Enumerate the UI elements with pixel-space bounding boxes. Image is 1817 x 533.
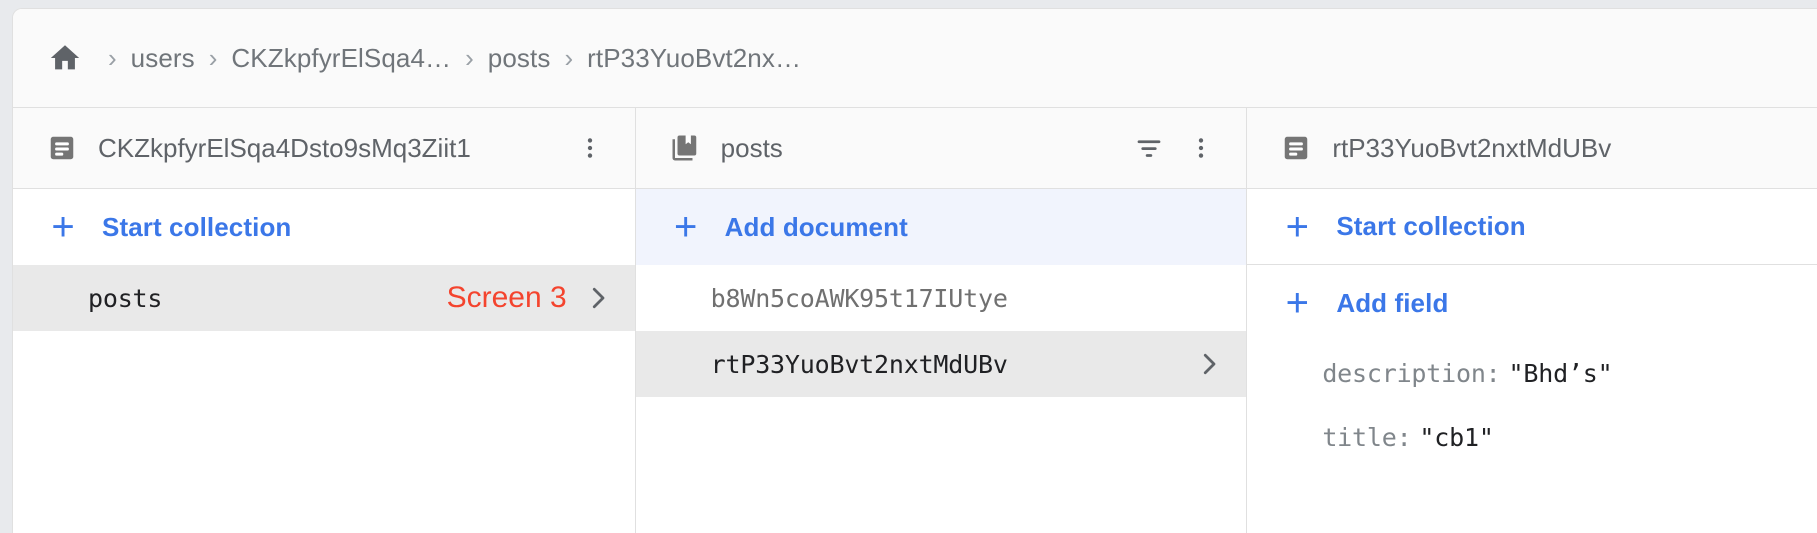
add-document-label: Add document: [724, 211, 908, 242]
breadcrumb-separator: ›: [564, 43, 574, 73]
more-vert-icon[interactable]: [1178, 125, 1224, 171]
collection-panel-posts: posts + Add document b8Wn5coAWK95t17IUty…: [635, 108, 1248, 533]
plus-icon: +: [51, 205, 75, 249]
document-list: b8Wn5coAWK95t17IUtye rtP33YuoBvt2nxtMdUB…: [635, 265, 1247, 533]
panel-header-actions: [1126, 125, 1224, 171]
field-row[interactable]: description: "Bhd’s": [1247, 341, 1817, 405]
plus-icon: +: [1285, 281, 1309, 325]
panel-title: rtP33YuoBvt2nxtMdUBv: [1332, 132, 1612, 163]
plus-icon: +: [673, 205, 698, 249]
document-panel-right: rtP33YuoBvt2nxtMdUBv + Start collection …: [1247, 108, 1817, 533]
breadcrumb: › users › CKZkpfyrElSqa4… › posts › rtP3…: [13, 9, 1817, 108]
field-value: "cb1": [1419, 422, 1494, 452]
panel-columns: CKZkpfyrElSqa4Dsto9sMq3Ziit1 + Start col…: [13, 108, 1817, 533]
plus-icon: +: [1285, 204, 1309, 249]
collection-list: posts Screen 3: [13, 265, 635, 533]
breadcrumb-item-posts[interactable]: posts: [488, 43, 551, 74]
add-field-label: Add field: [1336, 287, 1449, 318]
add-field-button[interactable]: + Add field: [1247, 265, 1817, 341]
list-item[interactable]: b8Wn5coAWK95t17IUtye: [636, 265, 1247, 331]
panel-header-actions: [567, 125, 613, 171]
panel-title: CKZkpfyrElSqa4Dsto9sMq3Ziit1: [98, 132, 471, 163]
field-value: "Bhd’s": [1508, 358, 1613, 388]
start-collection-label: Start collection: [1336, 211, 1526, 241]
field-key: description:: [1322, 358, 1501, 388]
home-icon[interactable]: [46, 41, 84, 75]
document-icon: [46, 132, 78, 164]
list-item[interactable]: rtP33YuoBvt2nxtMdUBv: [635, 331, 1247, 397]
screen-annotation: Screen 3: [446, 281, 567, 314]
document-icon: [1280, 132, 1312, 164]
breadcrumb-item-user-doc[interactable]: CKZkpfyrElSqa4…: [231, 43, 451, 74]
panel-header: posts: [635, 108, 1247, 189]
document-id: rtP33YuoBvt2nxtMdUBv: [710, 349, 1008, 379]
field-key: title:: [1322, 422, 1412, 452]
add-document-button[interactable]: + Add document: [635, 189, 1247, 265]
field-row[interactable]: title: "cb1": [1247, 405, 1817, 469]
collection-icon: [669, 132, 701, 164]
list-item[interactable]: posts Screen 3: [13, 265, 635, 331]
more-vert-icon[interactable]: [567, 125, 613, 171]
panel-header: CKZkpfyrElSqa4Dsto9sMq3Ziit1: [13, 108, 635, 189]
filter-icon[interactable]: [1126, 125, 1172, 171]
panel-header: rtP33YuoBvt2nxtMdUBv: [1247, 108, 1817, 189]
start-collection-button[interactable]: + Start collection: [1247, 189, 1817, 265]
panel-title: posts: [720, 132, 783, 163]
document-id: b8Wn5coAWK95t17IUtye: [710, 283, 1008, 313]
breadcrumb-item-users[interactable]: users: [131, 43, 195, 74]
field-list: description: "Bhd’s" title: "cb1": [1247, 341, 1817, 533]
breadcrumb-separator: ›: [465, 43, 474, 73]
breadcrumb-separator: ›: [108, 43, 117, 73]
chevron-right-icon: [583, 283, 613, 313]
firestore-data-browser: › users › CKZkpfyrElSqa4… › posts › rtP3…: [12, 8, 1817, 533]
document-panel-left: CKZkpfyrElSqa4Dsto9sMq3Ziit1 + Start col…: [13, 108, 636, 533]
start-collection-label: Start collection: [102, 211, 292, 242]
breadcrumb-separator: ›: [208, 43, 218, 73]
start-collection-button[interactable]: + Start collection: [13, 189, 635, 265]
collection-name: posts: [88, 283, 163, 313]
chevron-right-icon: [1194, 349, 1224, 379]
breadcrumb-item-post-doc[interactable]: rtP33YuoBvt2nx…: [587, 43, 801, 74]
